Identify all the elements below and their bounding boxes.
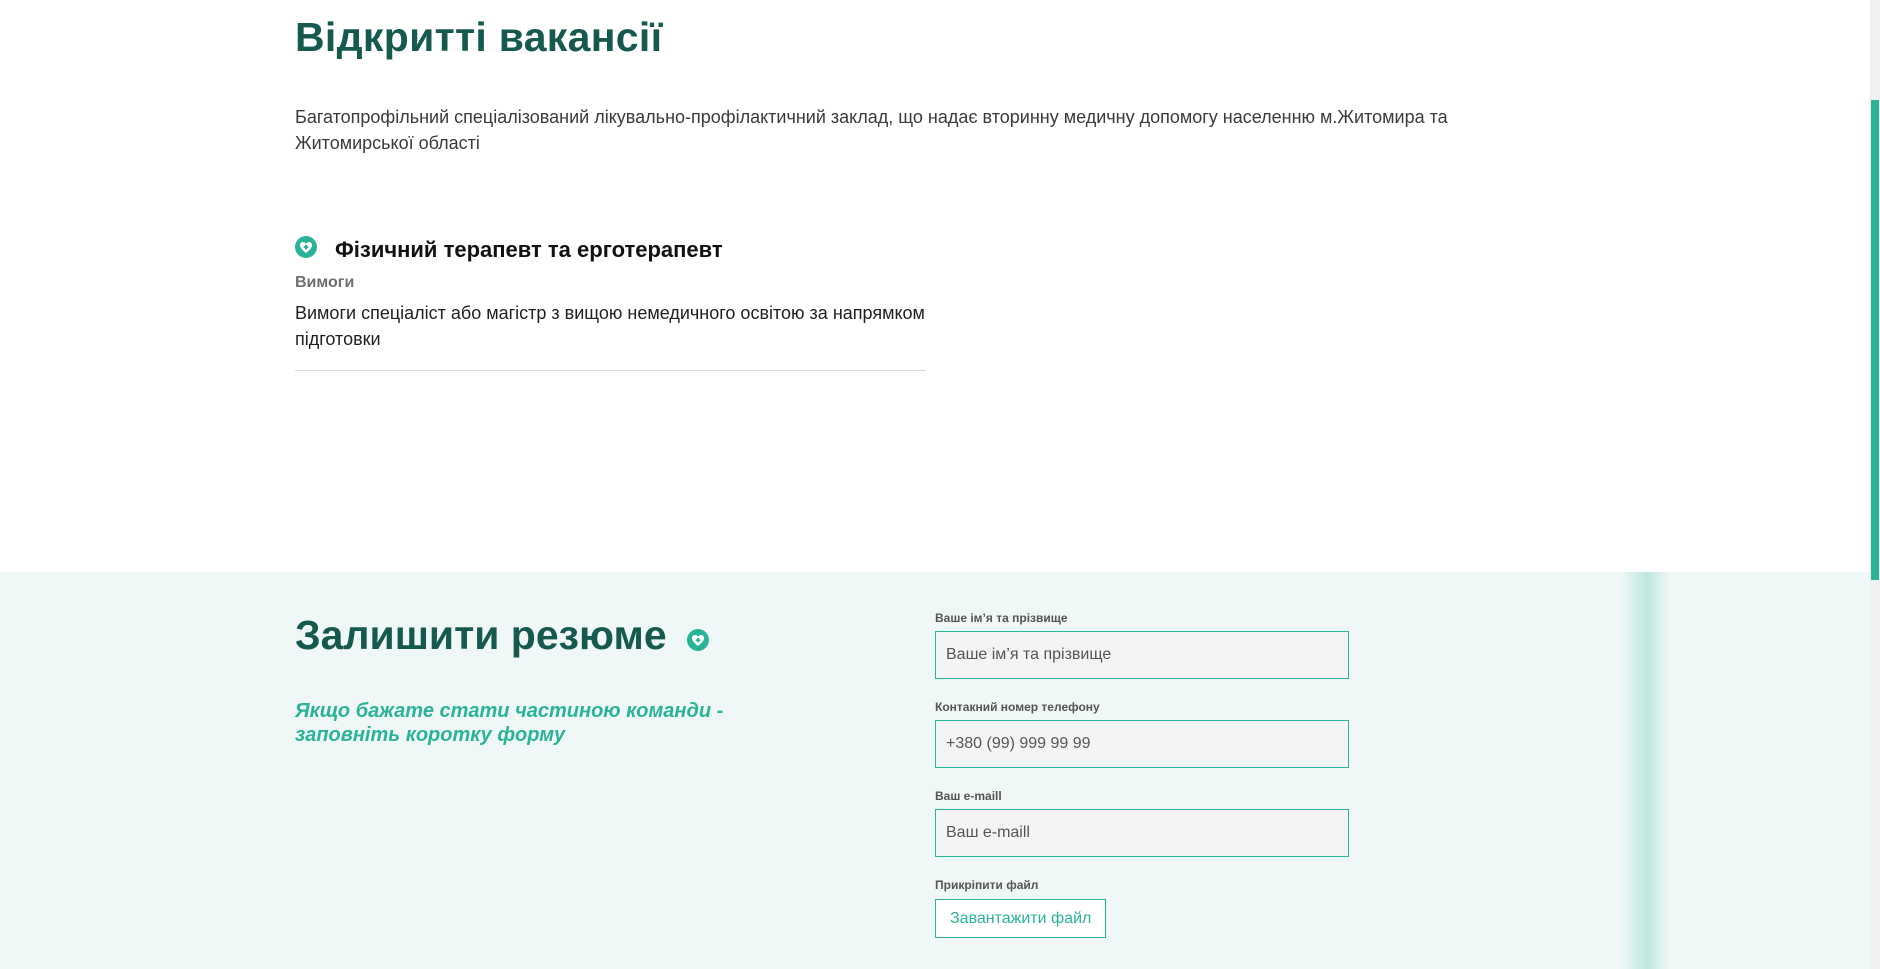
decorative-glow xyxy=(1620,572,1670,969)
resume-subtitle: Якщо бажате стати частиною команди - зап… xyxy=(295,700,724,746)
resume-form: Ваше ім’я та прізвище Контакний номер те… xyxy=(935,611,1349,938)
vacancies-intro: Багатопрофільний спеціалізований лікувал… xyxy=(295,107,1448,153)
email-input[interactable] xyxy=(935,809,1349,857)
heart-icon xyxy=(686,628,709,651)
job-header: Фізичний терапевт та ерготерапевт xyxy=(295,234,926,266)
requirements-text: Вимоги спеціаліст або магістр з вищою не… xyxy=(295,303,925,349)
resume-heading: Залишити резюме xyxy=(295,612,709,659)
resume-section: Залишити резюме Якщо бажате стати частин… xyxy=(0,572,1870,969)
page-scrollbar[interactable] xyxy=(1870,0,1880,969)
requirements-label: Вимоги xyxy=(295,274,355,291)
job-card: Фізичний терапевт та ерготерапевт Вимоги… xyxy=(295,234,926,371)
job-title[interactable]: Фізичний терапевт та ерготерапевт xyxy=(335,237,723,263)
upload-file-button[interactable]: Завантажити файл xyxy=(935,899,1107,938)
heart-icon xyxy=(295,236,317,258)
name-label: Ваше ім’я та прізвище xyxy=(935,611,1068,625)
vacancies-section: Відкритті вакансії Багатопрофільний спец… xyxy=(0,0,1870,572)
resume-title: Залишити резюме xyxy=(295,612,667,658)
phone-label: Контакний номер телефону xyxy=(935,700,1100,714)
file-label: Прикріпити файл xyxy=(935,878,1039,892)
name-input[interactable] xyxy=(935,631,1349,679)
vacancies-title: Відкритті вакансії xyxy=(295,14,663,60)
phone-input[interactable] xyxy=(935,720,1349,768)
scrollbar-thumb[interactable] xyxy=(1871,100,1879,580)
page: Відкритті вакансії Багатопрофільний спец… xyxy=(0,0,1880,969)
email-label: Ваш e-maill xyxy=(935,789,1002,803)
